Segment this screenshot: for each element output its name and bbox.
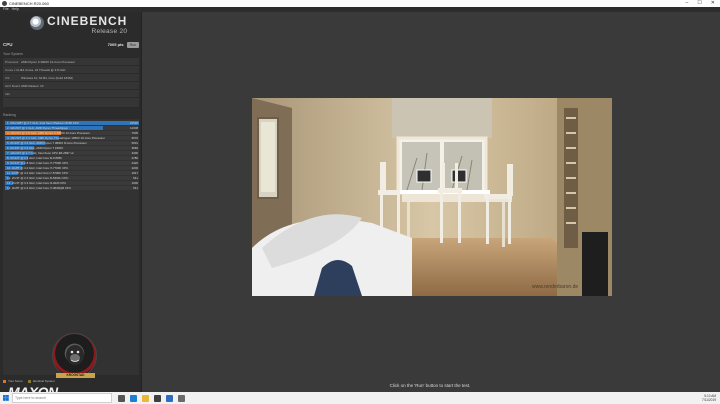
render-viewport: www.renderbaron.de bbox=[252, 98, 612, 296]
your-system-label: Your System bbox=[3, 52, 23, 56]
ranking-row[interactable]: 6. 8C/16T @ 3.6 GHz, AMD Ryzen 7 1800X 36… bbox=[5, 146, 139, 151]
close-icon[interactable]: ✕ bbox=[711, 0, 715, 7]
logo-release: Release 20 bbox=[91, 28, 128, 35]
ranking-label: Ranking bbox=[3, 113, 16, 117]
system-row: Cores x GHz 12 Cores, 24 Threads @ 3.8 G… bbox=[3, 66, 139, 74]
ranking-score: 6670 bbox=[131, 136, 138, 140]
system-value: 12 Cores, 24 Threads @ 3.8 GHz bbox=[21, 67, 66, 72]
cinebench-app: CINEBENCH R20.060 – ☐ ✕ File Help CINEBE… bbox=[0, 0, 720, 404]
ranking-score: 1647 bbox=[131, 171, 138, 175]
ranking-score: 1000 bbox=[131, 181, 138, 185]
gorilla-badge-logo: KROGSTAD bbox=[52, 333, 97, 378]
ranking-text: 14. 4C/8T @ 2.3 GHz, Intel Core i7-3630Q… bbox=[7, 186, 71, 190]
windows-logo-icon bbox=[3, 395, 9, 401]
title-bar: CINEBENCH R20.060 – ☐ ✕ bbox=[0, 0, 720, 7]
ranking-score: 2420 bbox=[131, 161, 138, 165]
ranking-text: 1. 64C/128T @ 2.7 GHz, Intel Xeon Platin… bbox=[7, 121, 79, 125]
ranking-score: 3400 bbox=[131, 151, 138, 155]
ranking-row[interactable]: 11. 4C/8T @ 4.4 GHz, Intel Core i7-6700K… bbox=[5, 171, 139, 176]
ranking-row[interactable]: 7. 12C/24T @ 2.7 GHz, Intel Xeon CPU E5-… bbox=[5, 151, 139, 156]
start-button[interactable] bbox=[0, 392, 12, 404]
ranking-row[interactable]: 1. 64C/128T @ 2.7 GHz, Intel Xeon Platin… bbox=[5, 121, 139, 126]
ranking-row[interactable]: 2. 32C/64T @ 3 GHz, AMD Ryzen Threadripp… bbox=[5, 126, 139, 131]
edge-icon[interactable] bbox=[130, 394, 137, 402]
ranking-text: 8. 6C/12T @ 2.9 GHz, Intel Core i9-9 895… bbox=[7, 156, 62, 160]
system-value: Windows 10, 64 Bit, Core (build 18362) bbox=[21, 75, 74, 80]
logo-name: CINEBENCH bbox=[47, 14, 128, 28]
system-row: Info bbox=[3, 90, 139, 98]
ranking-text: 6. 8C/16T @ 3.6 GHz, AMD Ryzen 7 1800X bbox=[7, 146, 64, 150]
system-row: OS Windows 10, 64 Bit, Core (build 18362… bbox=[3, 74, 139, 82]
badge-ribbon: KROGSTAD bbox=[56, 373, 95, 378]
left-panel: CINEBENCH Release 20 CPU 7005 pts Run Yo… bbox=[0, 12, 142, 400]
ranking-row[interactable]: 4. 16C/32T @ 3.4 GHz, AMD Ryzen Threadri… bbox=[5, 136, 139, 141]
ranking-text: 11. 4C/8T @ 4.4 GHz, Intel Core i7-6700K… bbox=[7, 171, 68, 175]
ranking-score: 541 bbox=[133, 176, 138, 180]
task-view-icon[interactable] bbox=[118, 394, 125, 402]
ranking-text: 3. 12C/24T @ 3.8 GHz, AMD Ryzen 9 3900X … bbox=[7, 131, 90, 135]
ranking-score: 2780 bbox=[131, 156, 138, 160]
system-value: AMD Radeon VII bbox=[21, 83, 44, 88]
ranking-text: 10. 4C/8T @ 4.2 GHz, Intel Core i7-7700K… bbox=[7, 166, 69, 170]
system-key: Processor bbox=[5, 59, 19, 64]
store-icon[interactable] bbox=[154, 394, 161, 402]
ranking-text: 5. 8C/16T @ 3.6 GHz, AMD Ryzen 7 3800X 8… bbox=[7, 141, 87, 145]
cpu-test-row: CPU 7005 pts Run bbox=[3, 40, 139, 49]
system-key: OS bbox=[5, 75, 10, 80]
ranking-text: 13. 2C/4T @ 3.3 GHz, Intel Core i3-3220 … bbox=[7, 181, 67, 185]
cinebench-logo: CINEBENCH Release 20 bbox=[30, 15, 127, 35]
status-message: Click on the 'Run' button to start the t… bbox=[389, 383, 471, 388]
taskbar-clock[interactable]: 5:10 AM 7/11/2019 bbox=[702, 394, 716, 402]
maximize-icon[interactable]: ☐ bbox=[697, 0, 701, 7]
clock-date: 7/11/2019 bbox=[702, 398, 716, 402]
ranking-score: 3669 bbox=[131, 146, 138, 150]
ranking-row[interactable]: 12. 2C/4T @ 2.3 GHz, Intel Core i5-5300U… bbox=[5, 176, 139, 181]
system-row: Processor AMD Ryzen 9 3900X 12-Core Proc… bbox=[3, 58, 139, 66]
ranking-row[interactable]: 14. 4C/8T @ 2.3 GHz, Intel Core i7-3630Q… bbox=[5, 186, 139, 191]
cinebench-app-icon bbox=[2, 1, 7, 6]
ranking-text: 12. 2C/4T @ 2.3 GHz, Intel Core i5-5300U… bbox=[7, 176, 69, 180]
ranking-text: 9. 6C/12T @ 2.8 GHz, Intel Core i7-7700K… bbox=[7, 161, 69, 165]
ranking-score: 12008 bbox=[129, 126, 138, 130]
system-value: AMD Ryzen 9 3900X 12-Core Processor bbox=[21, 59, 76, 64]
windows-taskbar: Type here to search 5:10 AM 7/11/2019 bbox=[0, 392, 720, 404]
mail-icon[interactable] bbox=[166, 394, 173, 402]
ranking-text: 7. 12C/24T @ 2.7 GHz, Intel Xeon CPU E5-… bbox=[7, 151, 74, 155]
ranking-score: 7005 bbox=[131, 131, 138, 135]
ranking-row[interactable]: 13. 2C/4T @ 3.3 GHz, Intel Core i3-3220 … bbox=[5, 181, 139, 186]
system-row: GFX Board AMD Radeon VII bbox=[3, 82, 139, 90]
run-button[interactable]: Run bbox=[126, 41, 139, 48]
cinema4d-logo-icon bbox=[30, 16, 44, 30]
ranking-row[interactable]: 9. 6C/12T @ 2.8 GHz, Intel Core i7-7700K… bbox=[5, 161, 139, 166]
system-key: Info bbox=[5, 91, 11, 96]
ranking-row[interactable]: 8. 6C/12T @ 2.9 GHz, Intel Core i9-9 895… bbox=[5, 156, 139, 161]
ranking-score: 16536 bbox=[129, 121, 138, 125]
cinebench-taskbar-icon[interactable] bbox=[178, 394, 185, 402]
ranking-text: 4. 16C/32T @ 3.4 GHz, AMD Ryzen Threadri… bbox=[7, 136, 105, 140]
system-info-box: Processor AMD Ryzen 9 3900X 12-Core Proc… bbox=[2, 57, 140, 108]
ranking-row[interactable]: 10. 4C/8T @ 4.2 GHz, Intel Core i7-7700K… bbox=[5, 166, 139, 171]
ranking-text: 2. 32C/64T @ 3 GHz, AMD Ryzen Threadripp… bbox=[7, 126, 69, 130]
cpu-label: CPU bbox=[3, 42, 13, 47]
ranking-score: 5001 bbox=[131, 141, 138, 145]
window-title: CINEBENCH R20.060 bbox=[9, 1, 49, 6]
ranking-row[interactable]: 5. 8C/16T @ 3.6 GHz, AMD Ryzen 7 3800X 8… bbox=[5, 141, 139, 146]
system-key: GFX Board bbox=[5, 83, 21, 88]
render-scene-image: www.renderbaron.de bbox=[252, 98, 612, 296]
system-key: Cores x GHz bbox=[5, 67, 23, 72]
cpu-score: 7005 pts bbox=[107, 42, 124, 47]
ranking-score: 541 bbox=[133, 186, 138, 190]
viewport-watermark: www.renderbaron.de bbox=[532, 284, 578, 290]
ranking-score: 2200 bbox=[131, 166, 138, 170]
legend-swatch-your-score bbox=[3, 379, 6, 383]
taskbar-search[interactable]: Type here to search bbox=[12, 393, 112, 403]
ranking-row[interactable]: 3. 12C/24T @ 3.8 GHz, AMD Ryzen 9 3900X … bbox=[5, 131, 139, 136]
file-explorer-icon[interactable] bbox=[142, 394, 149, 402]
minimize-icon[interactable]: – bbox=[686, 0, 689, 7]
